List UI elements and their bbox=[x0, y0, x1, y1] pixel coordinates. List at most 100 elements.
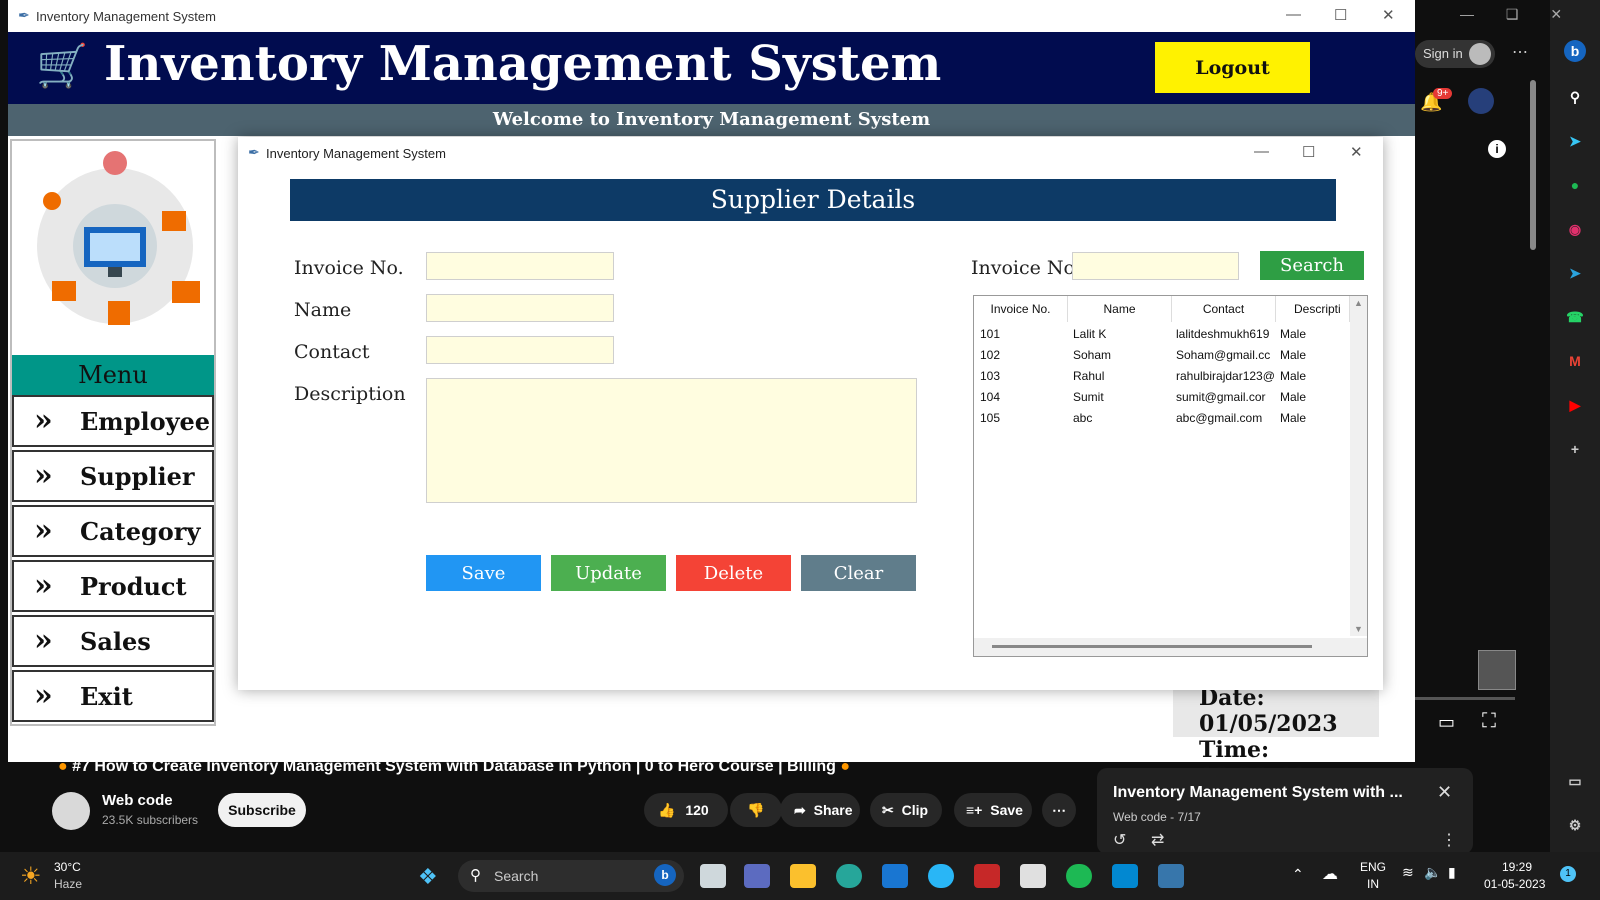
bing-copilot-icon[interactable]: b bbox=[1564, 40, 1586, 62]
channel-name[interactable]: Web code bbox=[102, 792, 173, 809]
search-invoice-input[interactable] bbox=[1072, 252, 1239, 280]
table-row[interactable]: 105 abc abc@gmail.com Male bbox=[974, 408, 1346, 429]
help-icon[interactable] bbox=[928, 864, 954, 888]
playlist-title[interactable]: Inventory Management System with ... bbox=[1113, 784, 1403, 802]
save-video-button[interactable]: ≡+ Save bbox=[954, 793, 1032, 827]
task-view-icon[interactable] bbox=[700, 864, 726, 888]
chevron-up-icon[interactable]: ⌃ bbox=[1292, 866, 1304, 883]
like-button[interactable]: 👍 120 bbox=[644, 793, 728, 827]
more-options-icon[interactable]: ⋯ bbox=[1512, 42, 1528, 62]
wifi-icon[interactable]: ≋ bbox=[1402, 864, 1414, 881]
table-row[interactable]: 104 Sumit sumit@gmail.cor Male bbox=[974, 387, 1346, 408]
menu-item-exit[interactable]: » Exit bbox=[12, 670, 214, 722]
volume-icon[interactable]: 🔈 bbox=[1424, 864, 1441, 881]
onedrive-cloud-icon[interactable]: ☁ bbox=[1322, 864, 1338, 884]
minimize-icon[interactable]: — bbox=[1286, 6, 1301, 23]
whatsapp-icon[interactable]: ☎ bbox=[1564, 306, 1586, 328]
menu-item-sales[interactable]: » Sales bbox=[12, 615, 214, 667]
scroll-up-icon[interactable]: ▲ bbox=[1354, 298, 1363, 308]
name-input[interactable] bbox=[426, 294, 614, 322]
microsoft-store-icon[interactable] bbox=[1020, 864, 1046, 888]
maximize-icon[interactable]: ☐ bbox=[1334, 6, 1347, 24]
minimize-icon[interactable]: — bbox=[1460, 6, 1474, 22]
close-icon[interactable]: ✕ bbox=[1350, 143, 1363, 161]
table-row[interactable]: 101 Lalit K lalitdeshmukh619 Male bbox=[974, 324, 1346, 345]
windows-start-icon[interactable]: ❖ bbox=[418, 864, 438, 890]
share-button[interactable]: ➦ Share bbox=[780, 793, 860, 827]
shuffle-icon[interactable]: ⇄ bbox=[1151, 830, 1164, 850]
save-label: Save bbox=[990, 802, 1023, 818]
spotify-icon[interactable]: ● bbox=[1564, 174, 1586, 196]
info-icon[interactable]: i bbox=[1488, 140, 1506, 158]
clip-label: Clip bbox=[901, 802, 929, 818]
table-row[interactable]: 102 Soham Soham@gmail.cc Male bbox=[974, 345, 1346, 366]
delete-button[interactable]: Delete bbox=[676, 555, 791, 591]
search-button[interactable]: Search bbox=[1260, 251, 1364, 280]
battery-icon[interactable]: ▮ bbox=[1448, 864, 1456, 881]
instagram-icon[interactable]: ◉ bbox=[1564, 218, 1586, 240]
notification-center-icon[interactable]: 1 bbox=[1560, 866, 1576, 882]
edge-icon[interactable] bbox=[836, 864, 862, 888]
clip-button[interactable]: ✂ Clip bbox=[870, 793, 942, 827]
menu-item-supplier[interactable]: » Supplier bbox=[12, 450, 214, 502]
contact-input[interactable] bbox=[426, 336, 614, 364]
add-icon[interactable]: + bbox=[1564, 438, 1586, 460]
logout-button[interactable]: Logout bbox=[1155, 42, 1310, 93]
save-button[interactable]: Save bbox=[426, 555, 541, 591]
settings-gear-icon[interactable]: ⚙ bbox=[1564, 814, 1586, 836]
hp-app-icon[interactable] bbox=[882, 864, 908, 888]
more-actions-button[interactable]: ⋯ bbox=[1042, 793, 1076, 827]
close-icon[interactable]: ✕ bbox=[1382, 6, 1395, 24]
maximize-icon[interactable]: ☐ bbox=[1302, 143, 1315, 161]
mcafee-icon[interactable] bbox=[974, 864, 1000, 888]
table-vertical-scrollbar[interactable]: ▲ ▼ bbox=[1350, 296, 1367, 636]
search-icon[interactable]: ⚲ bbox=[1564, 86, 1586, 108]
double-chevron-right-icon: » bbox=[34, 623, 53, 658]
menu-item-employee[interactable]: » Employee bbox=[12, 395, 214, 447]
left-menu-panel: Menu » Employee » Supplier » Category » … bbox=[10, 139, 216, 726]
spotify-icon[interactable] bbox=[1066, 864, 1092, 888]
invoice-input[interactable] bbox=[426, 252, 614, 280]
close-icon[interactable]: ✕ bbox=[1550, 6, 1562, 22]
youtube-icon[interactable]: ▶ bbox=[1564, 394, 1586, 416]
clock-time[interactable]: 19:29 bbox=[1502, 860, 1532, 874]
table-row[interactable]: 103 Rahul rahulbirajdar123@ Male bbox=[974, 366, 1346, 387]
restore-icon[interactable]: ❑ bbox=[1506, 6, 1519, 22]
column-header-contact[interactable]: Contact bbox=[1172, 296, 1276, 322]
file-explorer-icon[interactable] bbox=[790, 864, 816, 888]
column-header-description[interactable]: Descripti bbox=[1276, 296, 1350, 322]
clock-date[interactable]: 01-05-2023 bbox=[1484, 877, 1545, 891]
scroll-thumb[interactable] bbox=[992, 645, 1312, 648]
description-textarea[interactable] bbox=[426, 378, 917, 503]
menu-item-category[interactable]: » Category bbox=[12, 505, 214, 557]
sidebar-toggle-icon[interactable]: ▭ bbox=[1564, 770, 1586, 792]
language-indicator[interactable]: ENG bbox=[1360, 860, 1386, 874]
sign-in-button[interactable]: Sign in bbox=[1415, 40, 1495, 68]
python-app-icon[interactable] bbox=[1158, 864, 1184, 888]
update-button[interactable]: Update bbox=[551, 555, 666, 591]
table-horizontal-scrollbar[interactable] bbox=[974, 638, 1367, 656]
clear-button[interactable]: Clear bbox=[801, 555, 916, 591]
teams-icon[interactable] bbox=[744, 864, 770, 888]
video-progress-bar[interactable] bbox=[1415, 697, 1515, 700]
taskbar-search-box[interactable]: ⚲ Search b bbox=[458, 860, 684, 892]
vscode-icon[interactable] bbox=[1112, 864, 1138, 888]
more-options-icon[interactable]: ⋮ bbox=[1441, 830, 1457, 850]
minimize-icon[interactable]: — bbox=[1254, 143, 1269, 160]
column-header-name[interactable]: Name bbox=[1068, 296, 1172, 322]
loop-icon[interactable]: ↺ bbox=[1113, 830, 1126, 850]
subscribe-button[interactable]: Subscribe bbox=[218, 793, 306, 827]
channel-avatar[interactable] bbox=[1468, 88, 1494, 114]
close-icon[interactable]: ✕ bbox=[1437, 782, 1452, 803]
browser-scrollbar[interactable] bbox=[1530, 80, 1536, 250]
channel-logo[interactable] bbox=[52, 792, 90, 830]
fullscreen-icon[interactable]: ⛶ bbox=[1482, 710, 1496, 733]
dislike-button[interactable]: 👎 bbox=[730, 793, 782, 827]
gmail-icon[interactable]: M bbox=[1564, 350, 1586, 372]
column-header-invoice[interactable]: Invoice No. bbox=[974, 296, 1068, 322]
scroll-down-icon[interactable]: ▼ bbox=[1354, 624, 1363, 634]
theater-mode-icon[interactable]: ▭ bbox=[1438, 712, 1455, 733]
telegram-icon[interactable]: ➤ bbox=[1564, 262, 1586, 284]
menu-item-product[interactable]: » Product bbox=[12, 560, 214, 612]
send-icon[interactable]: ➤ bbox=[1564, 130, 1586, 152]
